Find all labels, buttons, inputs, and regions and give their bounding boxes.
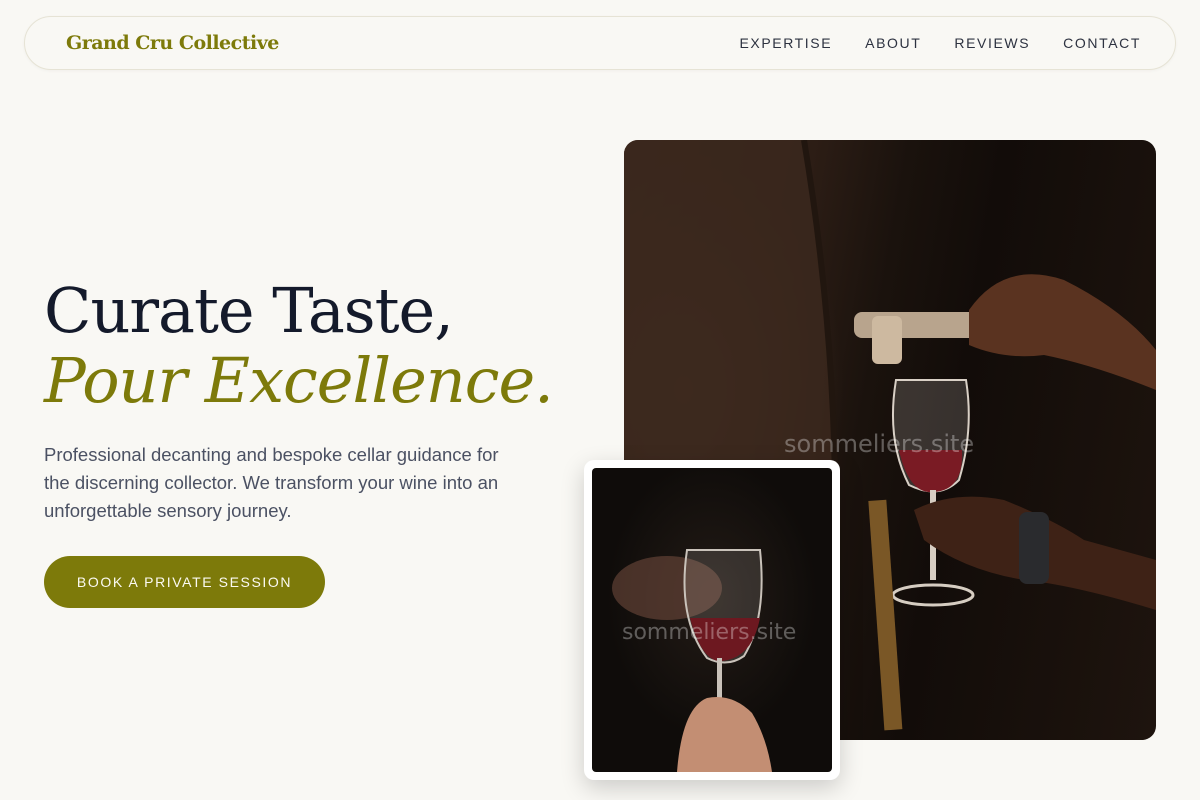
nav-link-contact[interactable]: CONTACT xyxy=(1063,35,1141,51)
nav-link-about[interactable]: ABOUT xyxy=(865,35,921,51)
hero-subtitle: Professional decanting and bespoke cella… xyxy=(44,444,499,521)
watermark-small: sommeliers.site xyxy=(622,620,797,645)
book-session-button[interactable]: BOOK A PRIVATE SESSION xyxy=(44,556,325,608)
hero-headline-line2: Pour Excellence. xyxy=(44,344,554,417)
watermark-large: sommeliers.site xyxy=(784,430,975,458)
top-navigation: Grand Cru Collective EXPERTISE ABOUT REV… xyxy=(24,16,1176,70)
hero-headline-line1: Curate Taste, xyxy=(44,274,454,347)
nav-link-reviews[interactable]: REVIEWS xyxy=(954,35,1030,51)
brand-logo[interactable]: Grand Cru Collective xyxy=(66,32,279,54)
nav-link-expertise[interactable]: EXPERTISE xyxy=(739,35,832,51)
nav-links: EXPERTISE ABOUT REVIEWS CONTACT xyxy=(739,35,1141,51)
hero-image-wine-glass: sommeliers.site xyxy=(592,468,832,772)
hero-headline: Curate Taste, Pour Excellence. xyxy=(44,274,554,417)
hero-image-small-frame: sommeliers.site xyxy=(584,460,840,780)
